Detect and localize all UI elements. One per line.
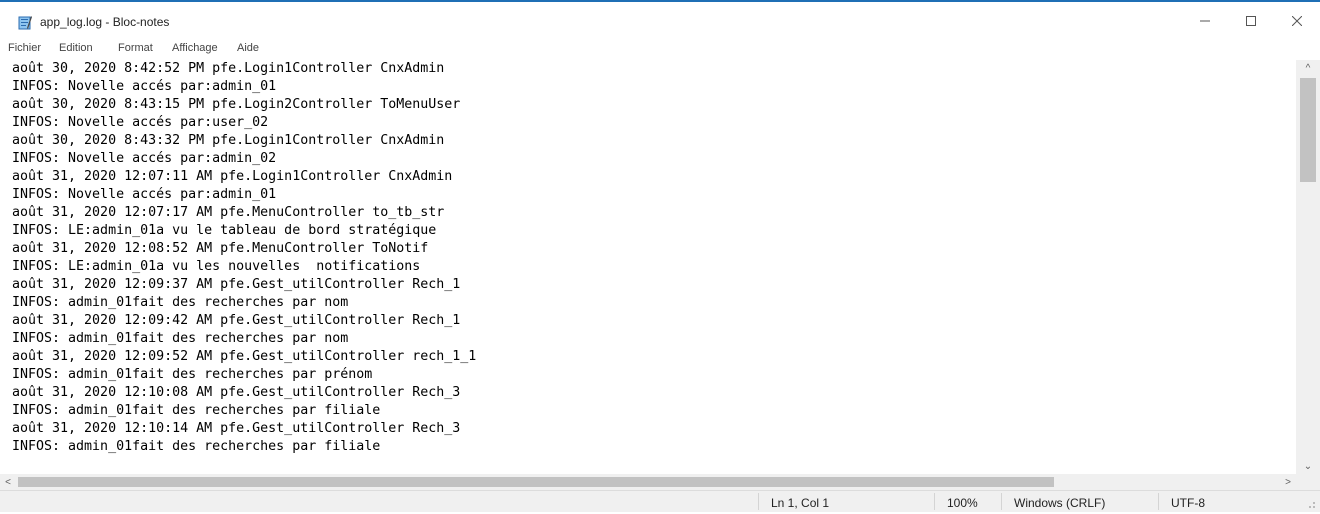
text-line: août 31, 2020 12:09:42 AM pfe.Gest_utilC… — [12, 313, 461, 328]
text-line: INFOS: admin_01fait des recherches par f… — [12, 403, 381, 418]
menu-fichier[interactable]: Fichier — [7, 42, 42, 54]
menu-bar: Fichier Edition Format Affichage Aide — [0, 40, 1320, 60]
text-line: INFOS: LE:admin_01a vu le tableau de bor… — [12, 223, 437, 238]
text-line: août 31, 2020 12:09:52 AM pfe.Gest_utilC… — [12, 349, 477, 364]
status-bar: Ln 1, Col 1 100% Windows (CRLF) UTF-8 — [0, 490, 1320, 512]
menu-edition[interactable]: Edition — [58, 42, 94, 54]
text-line: INFOS: admin_01fait des recherches par n… — [12, 295, 349, 310]
text-line: août 31, 2020 12:10:14 AM pfe.Gest_utilC… — [12, 421, 461, 436]
text-line: août 31, 2020 12:10:08 AM pfe.Gest_utilC… — [12, 385, 461, 400]
text-line: août 31, 2020 12:09:37 AM pfe.Gest_utilC… — [12, 277, 461, 292]
close-button[interactable] — [1274, 4, 1320, 40]
status-divider — [1001, 493, 1002, 510]
menu-affichage[interactable]: Affichage — [171, 42, 219, 54]
resize-grip-icon[interactable] — [1304, 496, 1316, 514]
text-line: INFOS: Novelle accés par:user_02 — [12, 115, 269, 130]
menu-aide[interactable]: Aide — [236, 42, 260, 54]
text-line: INFOS: Novelle accés par:admin_01 — [12, 79, 277, 94]
menu-format[interactable]: Format — [117, 42, 154, 54]
status-divider — [1158, 493, 1159, 510]
text-line: INFOS: Novelle accés par:admin_02 — [12, 151, 277, 166]
title-bar[interactable]: app_log.log - Bloc-notes — [0, 2, 1320, 40]
text-line: INFOS: admin_01fait des recherches par p… — [12, 367, 373, 382]
minimize-icon — [1200, 13, 1210, 31]
text-line: août 30, 2020 8:42:52 PM pfe.Login1Contr… — [12, 61, 445, 76]
scroll-up-button[interactable]: ^ — [1296, 60, 1320, 76]
line-ending: Windows (CRLF) — [1014, 496, 1106, 510]
text-line: INFOS: Novelle accés par:admin_01 — [12, 187, 277, 202]
window-title: app_log.log - Bloc-notes — [40, 15, 170, 29]
text-line: août 31, 2020 12:07:11 AM pfe.Login1Cont… — [12, 169, 453, 184]
scroll-left-button[interactable]: < — [0, 474, 16, 490]
encoding: UTF-8 — [1171, 496, 1205, 510]
zoom-level: 100% — [947, 496, 978, 510]
status-divider — [934, 493, 935, 510]
close-icon — [1291, 13, 1303, 31]
horizontal-scrollbar[interactable]: < > — [0, 474, 1296, 490]
scrollbar-corner — [1296, 474, 1320, 490]
text-line: août 31, 2020 12:08:52 AM pfe.MenuContro… — [12, 241, 429, 256]
text-line: août 30, 2020 8:43:32 PM pfe.Login1Contr… — [12, 133, 445, 148]
text-line: INFOS: LE:admin_01a vu les nouvelles not… — [12, 259, 421, 274]
text-line: INFOS: admin_01fait des recherches par n… — [12, 331, 349, 346]
maximize-icon — [1246, 13, 1256, 31]
scroll-down-button[interactable]: ⌄ — [1296, 458, 1320, 474]
text-line: août 30, 2020 8:43:15 PM pfe.Login2Contr… — [12, 97, 461, 112]
status-divider — [758, 493, 759, 510]
notepad-icon — [18, 15, 32, 30]
text-line: INFOS: admin_01fait des recherches par f… — [12, 439, 381, 454]
text-editor[interactable]: août 30, 2020 8:42:52 PM pfe.Login1Contr… — [0, 60, 1296, 474]
horizontal-scroll-thumb[interactable] — [18, 477, 1054, 487]
cursor-position: Ln 1, Col 1 — [771, 496, 830, 510]
scroll-right-button[interactable]: > — [1280, 474, 1296, 490]
vertical-scrollbar[interactable]: ^ ⌄ — [1296, 60, 1320, 474]
maximize-button[interactable] — [1228, 4, 1274, 40]
minimize-button[interactable] — [1182, 4, 1228, 40]
text-line: août 31, 2020 12:07:17 AM pfe.MenuContro… — [12, 205, 445, 220]
vertical-scroll-thumb[interactable] — [1300, 78, 1316, 182]
